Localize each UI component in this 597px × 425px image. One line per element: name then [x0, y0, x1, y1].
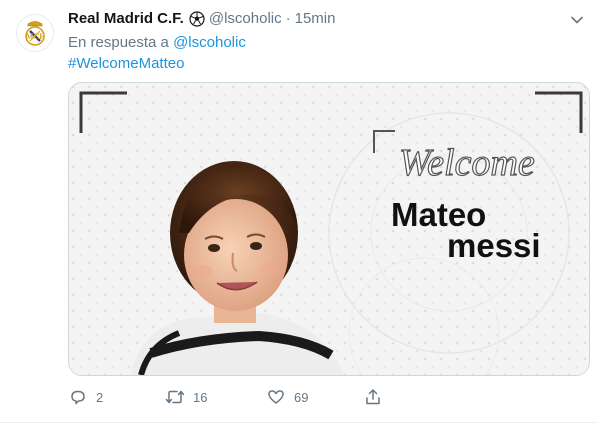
reply-icon	[68, 387, 88, 407]
reply-to-link[interactable]: @lscoholic	[173, 34, 246, 51]
share-icon	[363, 387, 383, 407]
action-bar: 2 16 69	[68, 387, 588, 411]
reply-count: 2	[96, 389, 104, 405]
avatar[interactable]: MCF	[16, 14, 54, 52]
timestamp[interactable]: 15min	[295, 10, 336, 27]
reply-context: En respuesta a @lscoholic	[68, 34, 246, 51]
retweet-count: 16	[193, 389, 208, 405]
reply-prefix: En respuesta a	[68, 34, 169, 51]
real-madrid-crest-icon: MCF	[25, 21, 45, 46]
tweet-header: Real Madrid C.F. @lscoholic · 15min	[68, 10, 335, 27]
retweet-button[interactable]: 16	[165, 387, 207, 407]
separator: ·	[285, 10, 291, 27]
media-image[interactable]: Welcome Mateo messi	[68, 82, 590, 376]
like-button[interactable]: 69	[266, 387, 308, 407]
tweet[interactable]: MCF Real Madrid C.F. @lscoholic · 15min …	[0, 0, 597, 425]
tweet-menu-button[interactable]	[567, 10, 587, 30]
soccer-ball-icon	[189, 10, 205, 27]
welcome-text: Welcome	[399, 142, 535, 184]
chevron-down-icon	[571, 16, 583, 24]
retweet-icon	[165, 387, 185, 407]
svg-text:MCF: MCF	[26, 32, 44, 41]
reply-button[interactable]: 2	[68, 387, 103, 407]
heart-icon	[266, 387, 286, 407]
handle[interactable]: @lscoholic	[209, 10, 282, 27]
tweet-divider	[0, 422, 597, 423]
name-line2: messi	[447, 227, 541, 264]
display-name[interactable]: Real Madrid C.F.	[68, 10, 184, 27]
like-count: 69	[294, 389, 309, 405]
share-button[interactable]	[363, 387, 391, 407]
hashtag-link[interactable]: #WelcomeMatteo	[68, 55, 184, 72]
